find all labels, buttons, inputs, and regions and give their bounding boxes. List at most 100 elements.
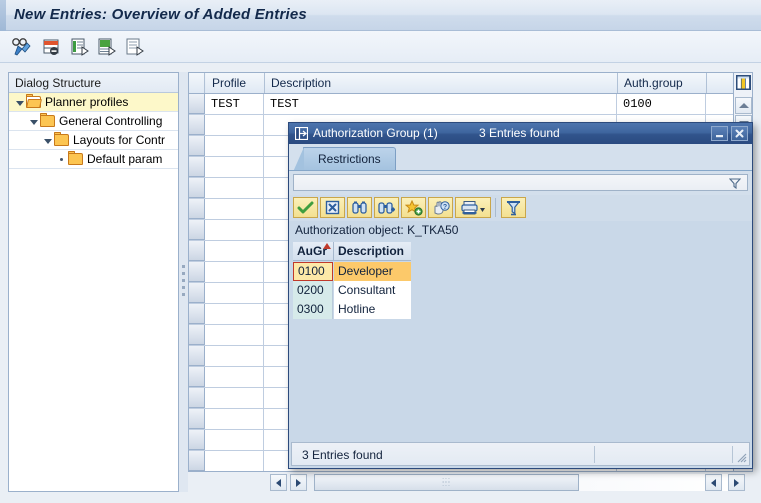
result-cell-description[interactable]: Hotline	[334, 300, 411, 319]
sidebar-item-planner-profiles[interactable]: Planner profiles	[9, 93, 178, 112]
row-selector-button[interactable]	[189, 262, 205, 282]
tree-expand-toggle-icon[interactable]	[27, 115, 40, 128]
row-selector-button[interactable]	[189, 430, 205, 450]
cell-profile[interactable]	[206, 430, 264, 450]
find-next-binoculars-icon[interactable]	[374, 197, 399, 218]
result-row[interactable]: 0200 Consultant	[293, 281, 411, 300]
row-selector-button[interactable]	[189, 409, 205, 429]
dialog-tabstrip: Restrictions	[289, 144, 752, 172]
cell-profile[interactable]	[206, 304, 264, 324]
column-header-auth-group[interactable]: Auth.group	[618, 73, 707, 93]
cell-profile[interactable]	[206, 325, 264, 345]
table-horizontal-scrollbar[interactable]: ::::::	[188, 472, 753, 494]
cell-profile[interactable]	[206, 409, 264, 429]
display-change-icon[interactable]	[10, 36, 34, 58]
cell-profile[interactable]	[206, 220, 264, 240]
row-selector-button[interactable]	[189, 136, 205, 156]
dialog-titlebar[interactable]: Authorization Group (1) 3 Entries found	[289, 123, 752, 144]
hscroll-left-button[interactable]	[270, 474, 287, 491]
table-row[interactable]: TEST TEST 0100	[189, 94, 752, 115]
result-column-header-augr[interactable]: AuGr	[293, 242, 334, 261]
cell-profile[interactable]	[206, 451, 264, 471]
tree-expand-toggle-icon[interactable]	[41, 134, 54, 147]
cell-profile[interactable]	[206, 136, 264, 156]
tab-restrictions[interactable]: Restrictions	[293, 147, 396, 172]
splitter-grip[interactable]	[182, 265, 185, 299]
row-selector-button[interactable]	[189, 283, 205, 303]
cell-profile[interactable]	[206, 262, 264, 282]
cell-profile[interactable]	[206, 241, 264, 261]
cancel-x-icon[interactable]	[320, 197, 345, 218]
cell-description[interactable]: TEST	[265, 94, 617, 114]
sidebar-item-label: Planner profiles	[45, 95, 129, 109]
print-icon[interactable]	[455, 197, 491, 218]
add-favorite-star-icon[interactable]	[401, 197, 426, 218]
sidebar-item-general-controlling[interactable]: General Controlling	[9, 112, 178, 131]
result-cell-augr[interactable]: 0200	[293, 281, 333, 300]
resize-grip-icon[interactable]	[735, 451, 747, 463]
select-all-corner[interactable]	[189, 73, 205, 93]
row-selector-button[interactable]	[189, 199, 205, 219]
row-selector-button[interactable]	[189, 388, 205, 408]
authorization-group-dialog: Authorization Group (1) 3 Entries found …	[288, 122, 753, 469]
copy-as-icon[interactable]	[68, 36, 92, 58]
row-selector-button[interactable]	[189, 325, 205, 345]
column-header-profile[interactable]: Profile	[206, 73, 265, 93]
result-cell-augr[interactable]: 0300	[293, 300, 333, 319]
row-selector-button[interactable]	[189, 94, 205, 114]
delete-row-icon[interactable]	[40, 36, 64, 58]
row-selector-button[interactable]	[189, 304, 205, 324]
cell-profile[interactable]	[206, 367, 264, 387]
cell-profile[interactable]	[206, 199, 264, 219]
result-row[interactable]: 0300 Hotline	[293, 300, 411, 319]
confirm-check-icon[interactable]	[293, 197, 318, 218]
minimize-icon[interactable]	[711, 126, 728, 141]
row-selector-button[interactable]	[189, 451, 205, 471]
statusbar-separator-1	[594, 446, 595, 463]
select-all-icon[interactable]	[123, 36, 147, 58]
hscroll-right-button[interactable]	[290, 474, 307, 491]
cell-profile[interactable]	[206, 388, 264, 408]
table-header-row: Profile Description Auth.group	[189, 73, 752, 94]
cell-profile[interactable]	[206, 157, 264, 177]
hscroll-page-left-button[interactable]	[705, 474, 722, 491]
row-selector-button[interactable]	[189, 346, 205, 366]
result-row[interactable]: 0100 Developer	[293, 262, 411, 281]
new-entries-icon[interactable]	[95, 36, 119, 58]
funnel-icon[interactable]	[728, 178, 742, 192]
cell-profile[interactable]	[206, 283, 264, 303]
row-selector-button[interactable]	[189, 241, 205, 261]
panel-splitter[interactable]	[179, 72, 188, 492]
filter-funnel-icon[interactable]	[501, 197, 526, 218]
restriction-input[interactable]	[293, 174, 748, 191]
row-selector-button[interactable]	[189, 220, 205, 240]
column-header-description[interactable]: Description	[265, 73, 618, 93]
cell-profile[interactable]: TEST	[206, 94, 264, 114]
find-binoculars-icon[interactable]	[347, 197, 372, 218]
table-settings-icon[interactable]	[735, 74, 752, 94]
result-column-header-description[interactable]: Description	[334, 242, 411, 261]
sidebar-item-layouts-for-contr[interactable]: Layouts for Contr	[9, 131, 178, 150]
close-icon[interactable]	[731, 126, 748, 141]
row-selector-button[interactable]	[189, 157, 205, 177]
row-selector-button[interactable]	[189, 367, 205, 387]
cell-auth-group[interactable]: 0100	[618, 94, 706, 114]
sort-ascending-icon	[323, 243, 331, 249]
cell-profile[interactable]	[206, 178, 264, 198]
sidebar-item-default-param[interactable]: Default param	[9, 150, 178, 169]
row-selector-button[interactable]	[189, 178, 205, 198]
row-selector-button[interactable]	[189, 115, 205, 135]
sidebar-item-label: Layouts for Contr	[73, 133, 166, 147]
result-cell-augr[interactable]: 0100	[293, 262, 333, 281]
scroll-up-icon[interactable]	[735, 97, 752, 114]
result-cell-description[interactable]: Developer	[334, 262, 411, 281]
folder-icon	[40, 113, 55, 127]
tree-expand-toggle-icon[interactable]	[13, 96, 26, 109]
result-cell-description[interactable]: Consultant	[334, 281, 411, 300]
hscroll-page-right-button[interactable]	[728, 474, 745, 491]
hscroll-thumb[interactable]: ::::::	[314, 474, 579, 491]
cell-profile[interactable]	[206, 346, 264, 366]
dialog-structure-tree: Planner profiles General Controlling Layou…	[9, 93, 178, 169]
help-hand-icon[interactable]: ?	[428, 197, 453, 218]
cell-profile[interactable]	[206, 115, 264, 135]
